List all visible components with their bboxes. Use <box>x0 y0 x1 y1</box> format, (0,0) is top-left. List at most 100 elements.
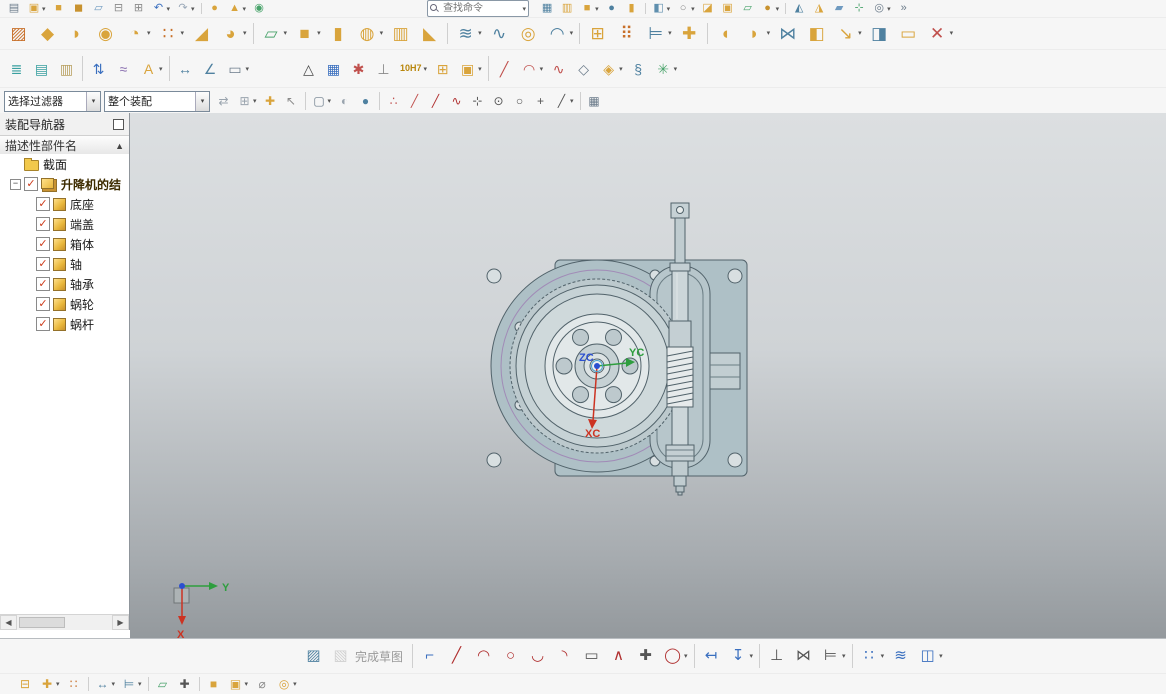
move-component-2-icon[interactable]: ↔ ▾ <box>92 675 119 693</box>
tree-item[interactable]: ✓ 底座 <box>0 194 129 214</box>
auto-constrain-icon[interactable]: ⊨ ▾ <box>817 640 849 671</box>
dropdown-arrow-icon[interactable]: ▾ <box>619 65 623 73</box>
component-checkbox[interactable]: ✓ <box>36 217 50 231</box>
geometric-constraint-icon[interactable]: ⊥ <box>763 640 790 671</box>
component-checkbox[interactable]: ✓ <box>36 237 50 251</box>
sort-ascending-icon[interactable]: ▲ <box>115 141 124 151</box>
cube-pair-gold-icon[interactable]: ⊞ <box>430 51 455 85</box>
assembly-constraint-icon[interactable]: ⊨ ▾ <box>641 19 675 48</box>
feature-star-icon[interactable]: ✱ <box>346 51 371 85</box>
sew-icon[interactable]: ⋈ <box>773 19 802 48</box>
dropdown-arrow-icon[interactable]: ▾ <box>776 5 780 13</box>
arc-icon[interactable]: ◠ <box>470 640 497 671</box>
offset-curve-icon[interactable]: ≋ <box>887 640 914 671</box>
component-checkbox[interactable]: ✓ <box>36 297 50 311</box>
selection-scope-combo[interactable]: 整个装配 ▾ <box>104 90 210 112</box>
dropdown-arrow-icon[interactable]: ▾ <box>691 5 695 13</box>
fillet-corner-icon[interactable]: ◝ <box>551 640 578 671</box>
tree-item[interactable]: ✓ 端盖 <box>0 214 129 234</box>
cube-small-icon[interactable]: ■ ▾ <box>577 1 602 17</box>
redo-icon[interactable]: ↷ ▾ <box>173 1 198 17</box>
block-primitive-icon[interactable]: ■ ▾ <box>290 19 324 48</box>
cylinder-small-icon[interactable]: ▮ <box>622 1 642 17</box>
grid-snap-icon[interactable]: ▦ <box>584 89 605 113</box>
pattern-curve-icon[interactable]: ∷ ▾ <box>856 640 888 671</box>
shaded-view-icon[interactable]: ◧ ▾ <box>649 1 674 17</box>
thicken-icon[interactable]: ◧ <box>802 19 831 48</box>
snap-arc-center-icon[interactable]: ⊙ <box>488 89 509 113</box>
snap-on-curve-icon[interactable]: ∿ <box>446 89 467 113</box>
tree-item[interactable]: ✓ 蜗轮 <box>0 294 129 314</box>
swirl-surface-icon[interactable]: ✳ ▾ <box>651 51 681 85</box>
scrollbar-thumb[interactable] <box>19 617 65 628</box>
sketch-line-icon[interactable]: ╱ <box>492 51 517 85</box>
sphere-tool-icon[interactable]: ● <box>205 1 225 17</box>
move-component-icon[interactable]: ✚ <box>675 19 704 48</box>
chamfer-icon[interactable]: ◢ <box>187 19 216 48</box>
datum-triangle-icon[interactable]: △ <box>296 51 321 85</box>
add-component-icon[interactable]: ⊞ <box>583 19 612 48</box>
rapid-dimension-icon[interactable]: ↤ <box>698 640 725 671</box>
graphics-viewport[interactable]: ZC YC XC Y X <box>130 113 1166 638</box>
unite-boolean-icon[interactable]: ◔ ▾ <box>120 19 154 48</box>
sheet-body-icon[interactable]: ▱ <box>89 1 109 17</box>
pointer-select-icon[interactable]: ↖ <box>281 89 302 113</box>
sheet-stack-icon[interactable]: ▤ <box>29 51 54 85</box>
wireframe-view-icon[interactable]: ○ ▾ <box>673 1 698 17</box>
line-icon[interactable]: ╱ <box>443 640 470 671</box>
snap-endpoint-icon[interactable]: ╱ <box>404 89 425 113</box>
extrude-icon[interactable]: ◆ <box>33 19 62 48</box>
wave-geometry-icon[interactable]: ≈ <box>111 51 136 85</box>
polyline-icon[interactable]: ∧ <box>605 640 632 671</box>
assembly-constraints-2-icon[interactable]: ⊨ ▾ <box>118 675 145 693</box>
point-tool-icon[interactable]: ✚ <box>174 675 196 693</box>
layer-stack-icon[interactable]: ≣ <box>4 51 29 85</box>
extend-view-icon[interactable]: ◮ <box>809 1 829 17</box>
dropdown-arrow-icon[interactable]: ▾ <box>668 29 672 37</box>
dropdown-arrow-icon[interactable]: ▾ <box>570 29 574 37</box>
hole-icon[interactable]: ◉ <box>91 19 120 48</box>
cascade-windows-icon[interactable]: ▥ <box>557 1 577 17</box>
weld-assistant-icon[interactable]: ⊥ <box>371 51 396 85</box>
tree-item[interactable]: 截面 <box>0 154 129 174</box>
dropdown-arrow-icon[interactable]: ▾ <box>284 29 288 37</box>
dropdown-arrow-icon[interactable]: ▾ <box>167 5 171 13</box>
part-cube-icon[interactable]: ▣ ▾ <box>24 1 49 17</box>
command-finder[interactable]: ▾ <box>427 0 530 17</box>
undo-icon[interactable]: ↶ ▾ <box>149 1 174 17</box>
window-grid-icon[interactable]: ▦ <box>537 1 557 17</box>
dropdown-arrow-icon[interactable]: ▾ <box>767 29 771 37</box>
sphere-gold-icon[interactable]: ● ▾ <box>758 1 783 17</box>
dropdown-arrow-icon[interactable]: ▾ <box>328 97 332 105</box>
tree-item[interactable]: ✓ 箱体 <box>0 234 129 254</box>
selection-rectangle-icon[interactable]: ▢ ▾ <box>309 89 335 113</box>
note-annotation-icon[interactable]: ▭ ▾ <box>223 51 253 85</box>
sphere-small-icon[interactable]: ● <box>602 1 622 17</box>
tree-expander[interactable]: − <box>10 178 21 190</box>
styled-blend-icon[interactable]: ◗ ▾ <box>740 19 774 48</box>
cad-model[interactable] <box>486 202 748 496</box>
add-component-2-icon[interactable]: ✚ ▾ <box>36 675 63 693</box>
text-feature-icon[interactable]: A ▾ <box>136 51 166 85</box>
find-measure-icon[interactable]: ◎ ▾ <box>869 1 894 17</box>
dropdown-arrow-icon[interactable]: ▾ <box>380 29 384 37</box>
rectangle-icon[interactable]: ▭ <box>578 640 605 671</box>
datum-plane-icon[interactable]: ▱ ▾ <box>257 19 291 48</box>
dropdown-arrow-icon[interactable]: ▾ <box>887 5 891 13</box>
interpart-link-icon[interactable]: ⇅ <box>86 51 111 85</box>
copy-icon[interactable]: ⊟ <box>109 1 129 17</box>
dropdown-arrow-icon[interactable]: ▾ <box>191 5 195 13</box>
dropdown-arrow-icon[interactable]: ▾ <box>674 65 678 73</box>
dropdown-arrow-icon[interactable]: ▾ <box>159 65 163 73</box>
tree-item[interactable]: − ✓ 升降机的结 <box>0 174 129 194</box>
pattern-feature-icon[interactable]: ∷ ▾ <box>154 19 188 48</box>
paste-icon[interactable]: ⊞ <box>129 1 149 17</box>
dropdown-arrow-icon[interactable]: ▾ <box>570 97 574 105</box>
circle-icon[interactable]: ○ <box>497 640 524 671</box>
component-array-icon[interactable]: ∷ <box>63 675 85 693</box>
cube-shaded-icon[interactable]: ◼ <box>69 1 89 17</box>
dropdown-arrow-icon[interactable]: ▾ <box>684 652 688 660</box>
pattern-component-icon[interactable]: ⠿ <box>612 19 641 48</box>
snap-midpoint-icon[interactable]: ╱ <box>425 89 446 113</box>
component-checkbox[interactable]: ✓ <box>36 277 50 291</box>
